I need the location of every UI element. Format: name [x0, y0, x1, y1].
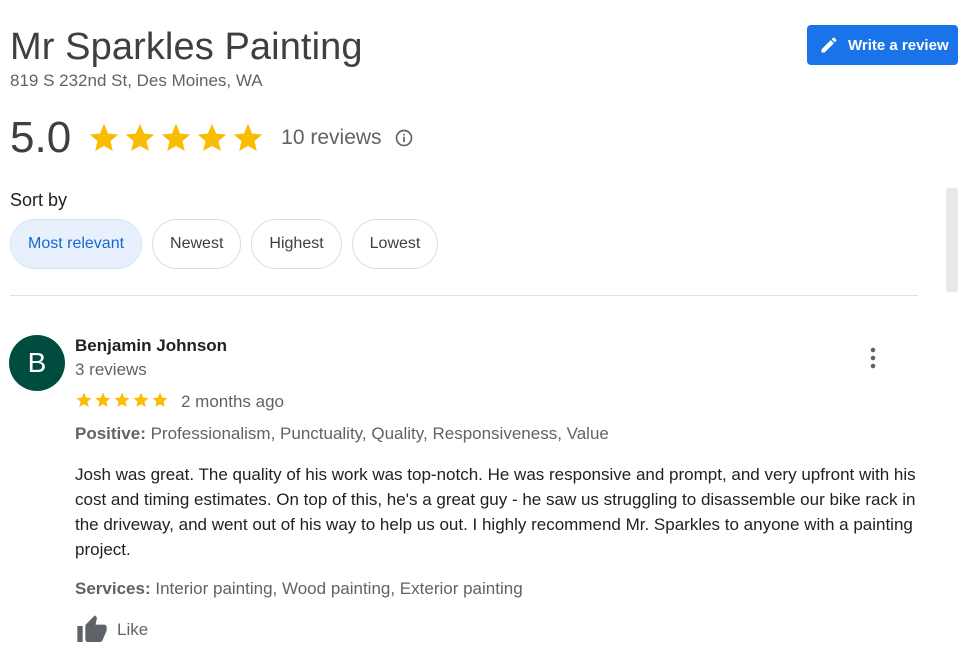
write-review-label: Write a review — [848, 36, 949, 54]
star-icon — [76, 392, 92, 407]
sort-chip-most-relevant[interactable]: Most relevant — [10, 219, 143, 269]
business-name: Mr Sparkles Painting — [10, 26, 363, 68]
star-icon — [114, 392, 130, 407]
reviewer-review-count: 3 reviews — [75, 360, 147, 379]
rating-stars — [87, 121, 265, 155]
sort-chip-highest[interactable]: Highest — [251, 219, 342, 269]
like-button[interactable]: Like — [75, 614, 148, 646]
star-icon — [90, 123, 119, 152]
sort-chip-lowest[interactable]: Lowest — [351, 219, 439, 269]
services-label: Services: — [75, 579, 151, 598]
thumbs-up-icon — [75, 614, 109, 646]
scrollbar-thumb[interactable] — [946, 188, 958, 292]
sort-chip-newest[interactable]: Newest — [152, 219, 242, 269]
services-values: Interior painting, Wood painting, Exteri… — [155, 579, 523, 598]
star-icon — [126, 123, 155, 152]
sort-by-label: Sort by — [10, 190, 68, 210]
review-date: 2 months ago — [181, 392, 285, 411]
review-services: Services: Interior painting, Wood painti… — [75, 579, 523, 599]
rating-summary: 5.0 10 reviews — [10, 113, 414, 163]
review-text: Josh was great. The quality of his work … — [75, 465, 916, 559]
positive-label: Positive: — [75, 424, 146, 443]
star-icon — [198, 123, 227, 152]
review-stars — [75, 391, 169, 409]
pencil-icon — [819, 35, 839, 55]
review-count: 10 reviews — [281, 126, 382, 149]
divider — [10, 295, 918, 296]
star-icon — [152, 392, 168, 407]
like-label: Like — [117, 620, 149, 639]
star-icon — [95, 392, 111, 407]
info-icon[interactable] — [394, 128, 414, 148]
more-options-icon[interactable] — [862, 344, 884, 372]
star-icon — [162, 123, 191, 152]
star-icon — [234, 123, 263, 152]
rating-score: 5.0 — [10, 113, 72, 162]
star-icon — [133, 392, 149, 407]
business-address: 819 S 232nd St, Des Moines, WA — [10, 71, 263, 90]
positive-values: Professionalism, Punctuality, Quality, R… — [150, 424, 609, 443]
avatar[interactable]: B — [9, 335, 65, 391]
reviewer-name[interactable]: Benjamin Johnson — [75, 336, 227, 356]
positive-attributes: Positive: Professionalism, Punctuality, … — [75, 424, 609, 444]
write-review-button[interactable]: Write a review — [807, 25, 958, 65]
sort-chips: Most relevant Newest Highest Lowest — [10, 219, 439, 269]
